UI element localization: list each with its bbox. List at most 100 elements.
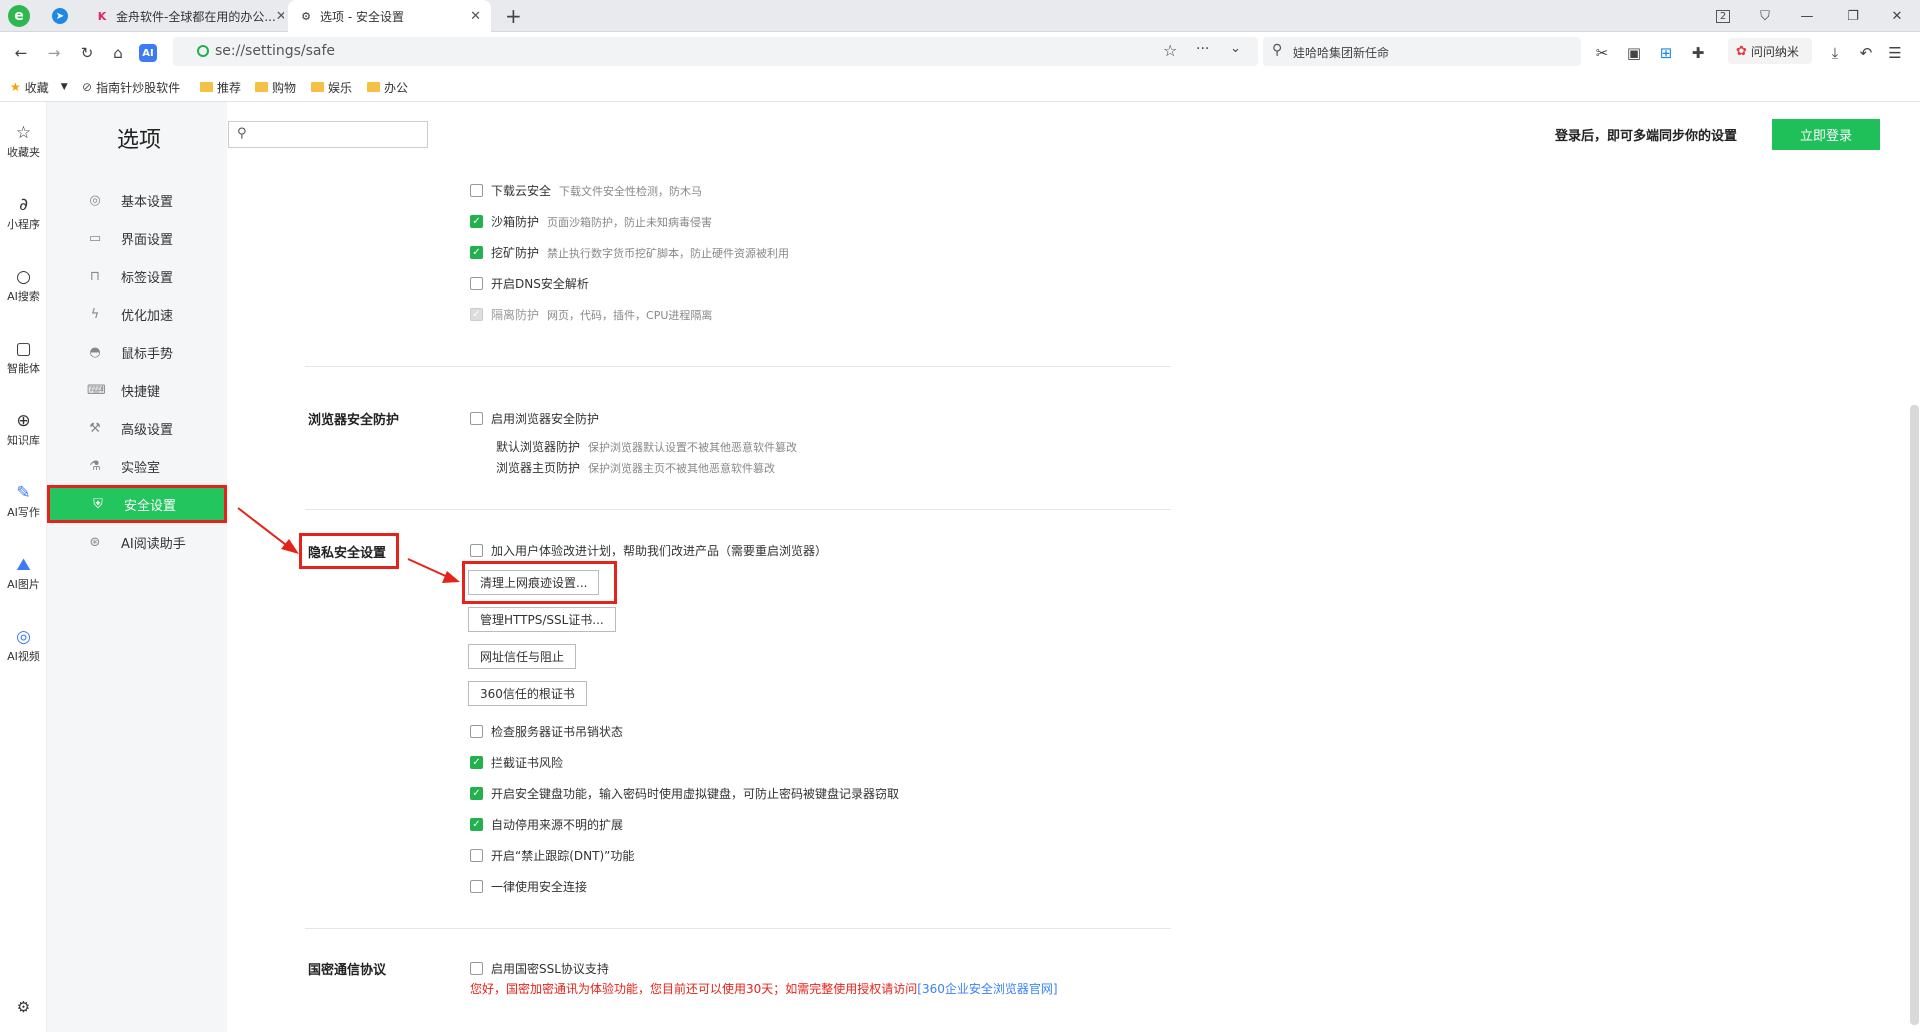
close-icon[interactable]: ✕ bbox=[470, 9, 481, 24]
bookmark-favorites[interactable]: ★ 收藏 ▼ bbox=[10, 79, 68, 95]
extension-icon[interactable]: ✚ bbox=[1687, 42, 1709, 64]
bookmark-folder-entertainment[interactable]: 娱乐 bbox=[311, 79, 352, 95]
checkbox[interactable] bbox=[470, 544, 483, 557]
tab-settings[interactable]: ⚙ 选项 - 安全设置 ✕ bbox=[288, 0, 491, 32]
checkbox[interactable] bbox=[470, 725, 483, 738]
menu-item-security[interactable]: ⛨ 安全设置 bbox=[47, 485, 227, 523]
checkbox[interactable]: ✓ bbox=[470, 818, 483, 831]
menu-item-optimize[interactable]: ϟ 优化加速 bbox=[47, 295, 227, 333]
settings-search-input[interactable]: ⚲ bbox=[228, 121, 428, 148]
menu-item-lab[interactable]: ⚗ 实验室 bbox=[47, 447, 227, 485]
ai-icon[interactable]: AI bbox=[139, 44, 157, 62]
menu-icon[interactable]: ☰ bbox=[1884, 42, 1906, 64]
checkbox[interactable] bbox=[470, 277, 483, 290]
checkbox-cert-revocation[interactable]: 检查服务器证书吊销状态 bbox=[470, 723, 623, 740]
checkbox-guomi-ssl[interactable]: 启用国密SSL协议支持 bbox=[470, 960, 609, 977]
checkbox[interactable] bbox=[470, 962, 483, 975]
download-icon[interactable]: ⤓ bbox=[1824, 42, 1846, 64]
tab-count-button[interactable]: 2 bbox=[1706, 0, 1740, 32]
divider bbox=[305, 366, 1171, 367]
pinned-tab-icon[interactable]: ➤ bbox=[52, 8, 68, 24]
sidebar-ai-image[interactable]: ⛰ AI图片 bbox=[0, 554, 47, 592]
search-box[interactable]: ⚲ 娃哈哈集团新任命 bbox=[1263, 37, 1581, 66]
sidebar-agent[interactable]: ▢ 智能体 bbox=[0, 338, 47, 376]
menu-item-shortcuts[interactable]: ⌨ 快捷键 bbox=[47, 371, 227, 409]
address-bar[interactable]: se://settings/safe ☆ ··· ⌄ bbox=[173, 37, 1258, 66]
checkbox-dns[interactable]: 开启DNS安全解析 bbox=[470, 275, 589, 292]
official-site-link[interactable]: [360企业安全浏览器官网] bbox=[917, 982, 1057, 996]
checkbox[interactable] bbox=[470, 184, 483, 197]
home-icon[interactable]: ⌂ bbox=[107, 42, 129, 64]
bookmark-compass[interactable]: ⊘ 指南针炒股软件 bbox=[82, 79, 180, 95]
gift-icon[interactable]: ⛉ bbox=[1748, 0, 1782, 32]
checkbox-mining[interactable]: ✓ 挖矿防护 禁止执行数字货币挖矿脚本，防止硬件资源被利用 bbox=[470, 244, 789, 261]
scrollbar[interactable] bbox=[1910, 405, 1919, 1025]
checkbox-cert-risk[interactable]: ✓ 拦截证书风险 bbox=[470, 754, 563, 771]
restore-button[interactable]: ❐ bbox=[1836, 0, 1870, 32]
manage-certificates-button[interactable]: 管理HTTPS/SSL证书... bbox=[468, 607, 616, 632]
checkbox-secure-keyboard[interactable]: ✓ 开启安全键盘功能，输入密码时使用虚拟键盘，可防止密码被键盘记录器窃取 bbox=[470, 785, 899, 802]
sidebar-settings[interactable]: ⚙ bbox=[0, 996, 47, 1018]
checkbox[interactable] bbox=[470, 412, 483, 425]
checkbox[interactable] bbox=[470, 880, 483, 893]
more-icon[interactable]: ··· bbox=[1196, 41, 1209, 57]
reader-icon[interactable]: ▣ bbox=[1623, 42, 1645, 64]
bookmark-folder-shopping[interactable]: 购物 bbox=[255, 79, 296, 95]
sidebar-ai-search[interactable]: ○ AI搜索 bbox=[0, 266, 47, 304]
menu-item-basic[interactable]: ◎ 基本设置 bbox=[47, 181, 227, 219]
sidebar-favorites[interactable]: ☆ 收藏夹 bbox=[0, 122, 47, 160]
sidebar-miniprogram[interactable]: ∂ 小程序 bbox=[0, 194, 47, 232]
checkbox[interactable]: ✓ bbox=[470, 215, 483, 228]
bookmark-label: 购物 bbox=[272, 80, 297, 95]
sidebar-knowledge[interactable]: ⊕ 知识库 bbox=[0, 410, 47, 448]
forward-icon[interactable]: → bbox=[43, 42, 65, 64]
wenwen-extension-button[interactable]: ✿ 问问纳米 bbox=[1728, 38, 1812, 64]
option-label: 下载云安全 bbox=[491, 184, 552, 198]
url-trust-block-button[interactable]: 网址信任与阻止 bbox=[468, 644, 577, 669]
divider bbox=[305, 509, 1171, 510]
checkbox[interactable]: ✓ bbox=[470, 246, 483, 259]
browser-logo-icon: e bbox=[8, 5, 30, 27]
menu-label: 鼠标手势 bbox=[121, 346, 174, 362]
undo-icon[interactable]: ↶ bbox=[1855, 42, 1877, 64]
option-label: 检查服务器证书吊销状态 bbox=[491, 725, 624, 739]
folder-icon bbox=[200, 82, 213, 92]
tab-jinzhou[interactable]: K 金舟软件-全球都在用的办公... ✕ bbox=[84, 0, 284, 32]
url-text: se://settings/safe bbox=[215, 43, 336, 59]
checkbox-browser-protect[interactable]: 启用浏览器安全防护 bbox=[470, 410, 599, 427]
bookmark-folder-office[interactable]: 办公 bbox=[367, 79, 408, 95]
star-icon[interactable]: ☆ bbox=[1163, 41, 1177, 60]
checkbox-sandbox[interactable]: ✓ 沙箱防护 页面沙箱防护，防止未知病毒侵害 bbox=[470, 213, 712, 230]
checkbox[interactable]: ✓ bbox=[470, 787, 483, 800]
menu-item-interface[interactable]: ▭ 界面设置 bbox=[47, 219, 227, 257]
scissors-icon[interactable]: ✂ bbox=[1591, 42, 1613, 64]
checkbox-dnt[interactable]: 开启“禁止跟踪(DNT)”功能 bbox=[470, 847, 634, 864]
root-certificates-button[interactable]: 360信任的根证书 bbox=[468, 681, 587, 706]
window-close-button[interactable]: ✕ bbox=[1880, 0, 1914, 32]
sidebar-ai-video[interactable]: ◎ AI视频 bbox=[0, 626, 47, 664]
option-label: 开启DNS安全解析 bbox=[491, 277, 589, 291]
video-icon: ◎ bbox=[16, 627, 31, 647]
menu-item-ai-reader[interactable]: ⊛ AI阅读助手 bbox=[47, 523, 227, 561]
bookmark-folder-recommend[interactable]: 推荐 bbox=[200, 79, 241, 95]
clear-history-settings-button[interactable]: 清理上网痕迹设置... bbox=[468, 570, 600, 595]
checkbox[interactable]: ✓ bbox=[470, 756, 483, 769]
login-button[interactable]: 立即登录 bbox=[1772, 119, 1880, 150]
sidebar-ai-write[interactable]: ✎ AI写作 bbox=[0, 482, 47, 520]
menu-item-advanced[interactable]: ⚒ 高级设置 bbox=[47, 409, 227, 447]
menu-item-tabs[interactable]: ⊓ 标签设置 bbox=[47, 257, 227, 295]
translate-icon[interactable]: ⊞ bbox=[1655, 42, 1677, 64]
close-icon[interactable]: ✕ bbox=[276, 9, 284, 24]
reload-icon[interactable]: ↻ bbox=[76, 42, 98, 64]
checkbox-disable-unknown-ext[interactable]: ✓ 自动停用来源不明的扩展 bbox=[470, 816, 623, 833]
section-privacy: 隐私安全设置 bbox=[308, 546, 387, 561]
chevron-down-icon[interactable]: ⌄ bbox=[1230, 41, 1241, 56]
new-tab-button[interactable]: + bbox=[505, 4, 522, 28]
checkbox[interactable] bbox=[470, 849, 483, 862]
checkbox-download-cloud[interactable]: 下载云安全 下载文件安全性检测，防木马 bbox=[470, 182, 702, 199]
minimize-button[interactable]: — bbox=[1790, 0, 1824, 32]
back-icon[interactable]: ← bbox=[10, 42, 32, 64]
checkbox-always-secure[interactable]: 一律使用安全连接 bbox=[470, 878, 587, 895]
menu-item-mouse[interactable]: ◓ 鼠标手势 bbox=[47, 333, 227, 371]
checkbox-join-plan[interactable]: 加入用户体验改进计划，帮助我们改进产品（需要重启浏览器） bbox=[470, 542, 827, 559]
